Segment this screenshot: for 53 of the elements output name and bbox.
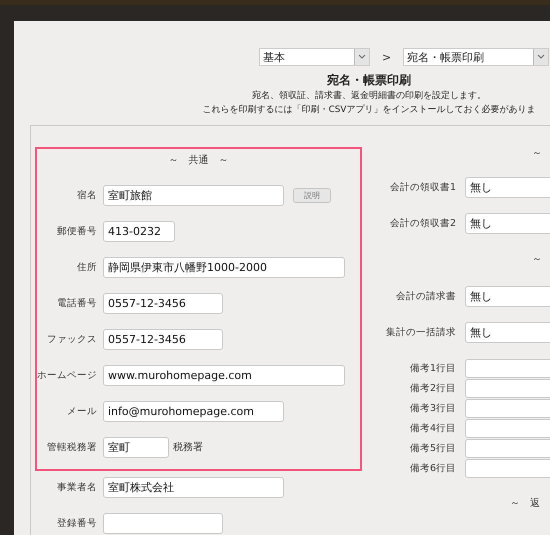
field-label: 管轄税務署	[46, 440, 97, 454]
input-field[interactable]	[465, 418, 550, 438]
input-field[interactable]	[465, 358, 550, 378]
input-field[interactable]: 0557-12-3456	[103, 292, 223, 314]
field-label: 電話番号	[56, 296, 97, 310]
field-label: 登録番号	[56, 516, 97, 530]
input-field[interactable]	[465, 458, 550, 478]
field-label: 備考5行目	[408, 442, 456, 454]
dropdown[interactable]: 基本	[259, 48, 370, 66]
input-field[interactable]: 室町株式会社	[103, 476, 284, 498]
section-heading: ～	[531, 253, 543, 267]
page-title: 宛名・帳票印刷	[326, 72, 412, 89]
input-field[interactable]	[465, 438, 550, 458]
input-field[interactable]: 室町旅館	[103, 184, 284, 206]
input-field[interactable]: 無し	[465, 286, 550, 306]
help-button[interactable]: 説明	[293, 188, 331, 202]
input-field[interactable]: 無し	[465, 176, 550, 198]
field-label: メール	[66, 404, 97, 418]
section-heading: ～ 返	[509, 497, 541, 511]
field-label: ホームページ	[37, 368, 97, 382]
input-field[interactable]: 室町	[103, 436, 169, 458]
input-field[interactable]: 無し	[465, 322, 550, 342]
field-label: 会計の領収書2	[388, 216, 456, 230]
field-label: 住所	[76, 260, 97, 274]
description-text: これらを印刷するには「印刷・CSVアプリ」をインストールしておく必要がありま	[202, 103, 536, 117]
field-label: 事業者名	[56, 480, 97, 494]
input-field[interactable]	[465, 398, 550, 418]
section-heading: ～	[531, 147, 543, 161]
field-suffix: 税務署	[173, 440, 203, 454]
input-field[interactable]	[103, 512, 223, 534]
field-label: 備考3行目	[408, 402, 456, 414]
field-label: 会計の領収書1	[388, 180, 456, 194]
field-label: 備考2行目	[408, 382, 456, 394]
input-field[interactable]: www.murohomepage.com	[103, 364, 345, 386]
field-label: 備考4行目	[408, 422, 456, 434]
input-field[interactable]: 413-0232	[103, 220, 175, 242]
input-field[interactable]: 0557-12-3456	[103, 328, 223, 350]
caret-icon	[354, 49, 369, 65]
description-text: 宛名、領収証、請求書、返金明細書の印刷を設定します。	[251, 90, 487, 103]
field-label: 集計の一括請求	[385, 326, 456, 338]
dropdown[interactable]: 宛名・帳票印刷	[403, 48, 550, 66]
section-heading: ～ 共通 ～	[168, 154, 230, 168]
input-field[interactable]: 無し	[465, 212, 550, 234]
field-label: 備考6行目	[408, 462, 456, 474]
field-label: 備考1行目	[408, 362, 456, 374]
breadcrumb-separator: >	[382, 50, 392, 64]
input-field[interactable]	[465, 378, 550, 398]
field-label: 会計の請求書	[395, 290, 456, 302]
input-field[interactable]: 静岡県伊東市八幡野1000-2000	[103, 256, 345, 278]
field-label: 宿名	[76, 188, 97, 202]
field-label: ファックス	[46, 332, 97, 346]
field-label: 郵便番号	[56, 224, 97, 238]
input-field[interactable]: info@murohomepage.com	[103, 400, 284, 422]
